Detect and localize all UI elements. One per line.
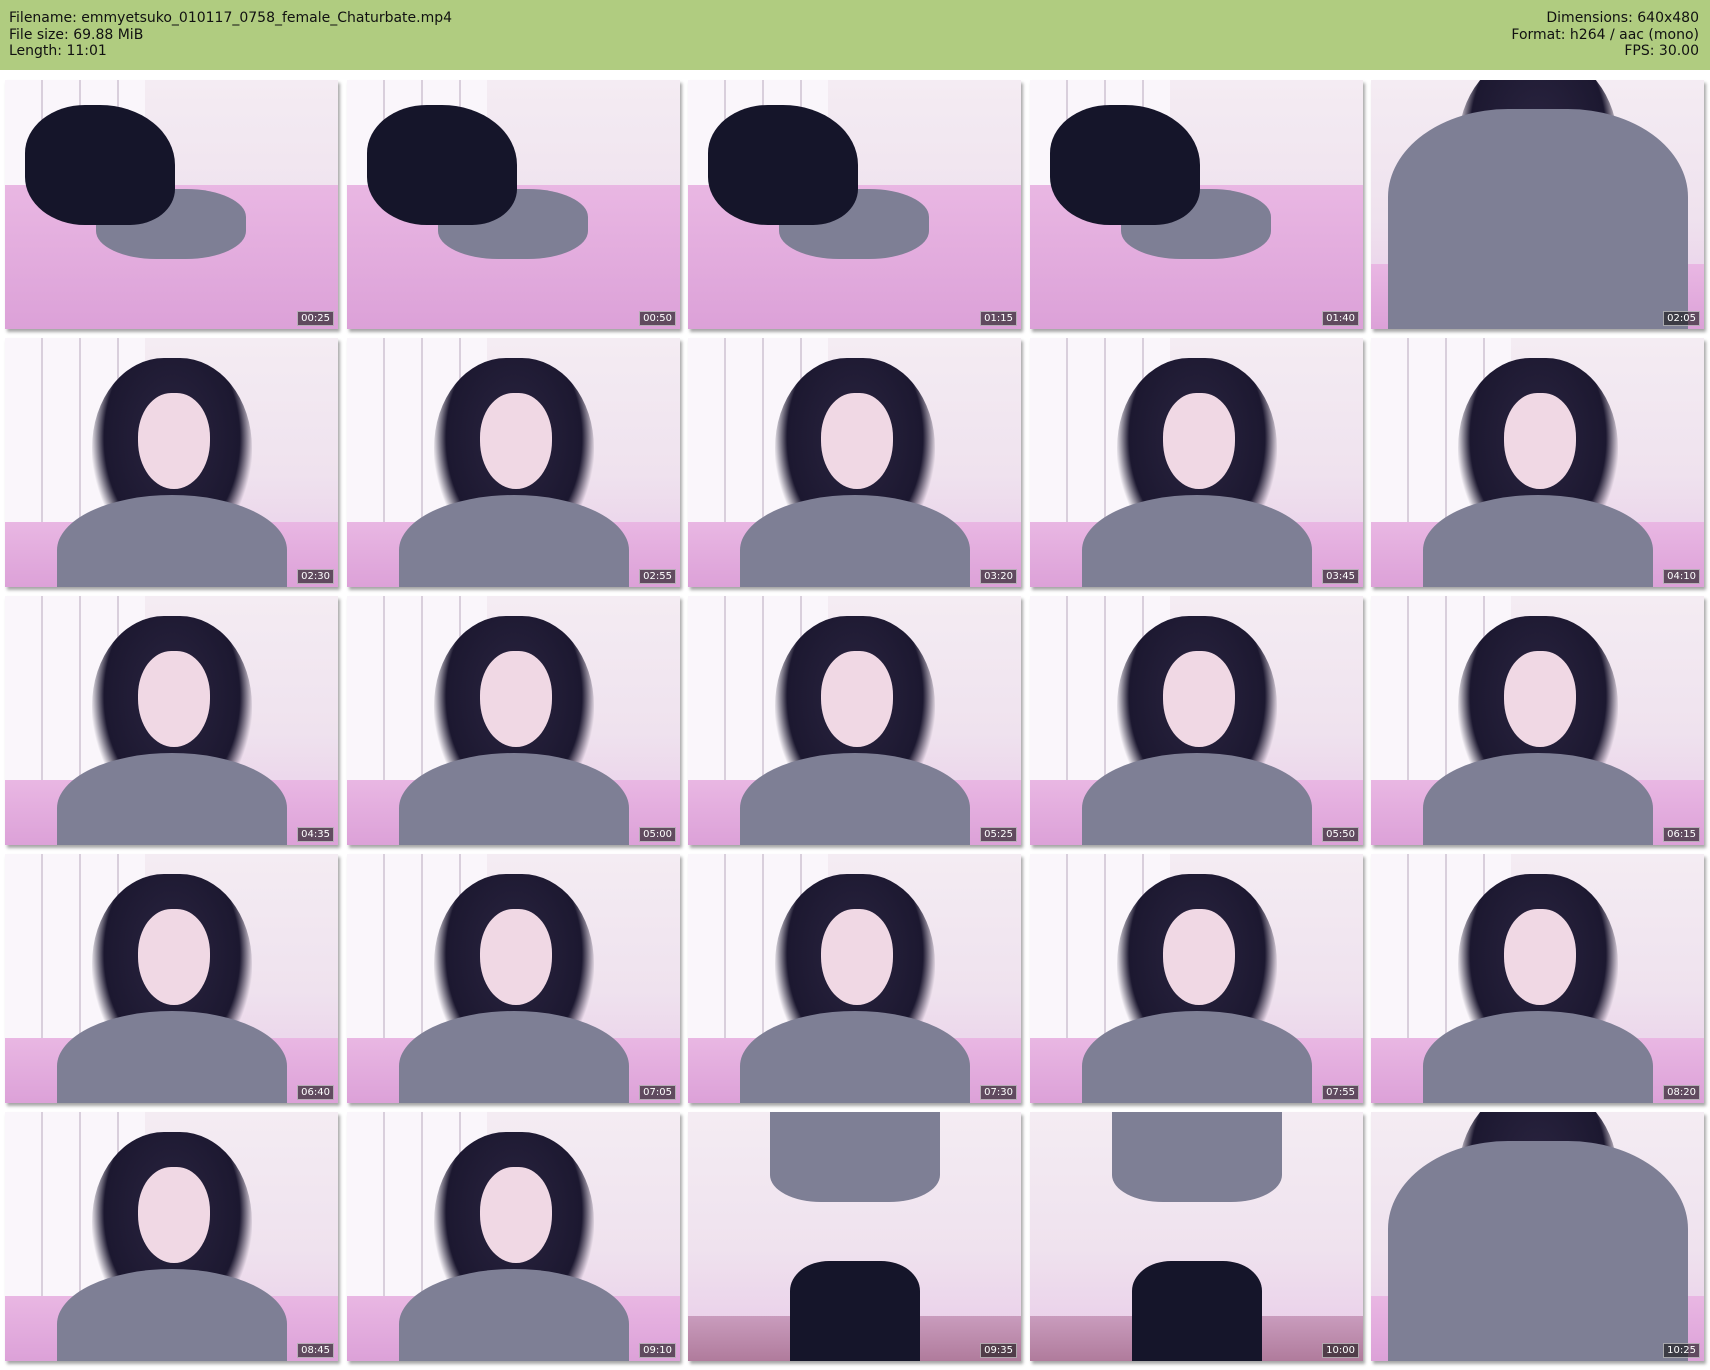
timestamp-label: 02:05 <box>1663 311 1700 326</box>
scene-legs <box>24 104 175 225</box>
scene-face <box>820 392 893 489</box>
video-thumbnail: 08:45 <box>5 1112 338 1361</box>
video-thumbnail: 02:05 <box>1371 80 1704 329</box>
scene-face <box>137 392 210 489</box>
scene-face <box>820 650 893 747</box>
timestamp-label: 09:10 <box>639 1343 676 1358</box>
scene-legs <box>366 104 517 225</box>
scene-face <box>479 392 552 489</box>
video-thumbnail: 08:20 <box>1371 854 1704 1103</box>
timestamp-label: 07:05 <box>639 1085 676 1100</box>
timestamp-label: 06:15 <box>1663 827 1700 842</box>
timestamp-label: 10:00 <box>1322 1343 1359 1358</box>
timestamp-label: 05:00 <box>639 827 676 842</box>
video-thumbnail: 07:05 <box>347 854 680 1103</box>
timestamp-label: 00:25 <box>297 311 334 326</box>
scene-face <box>1503 908 1576 1005</box>
thumbnail-grid: 00:25 00:50 01:15 01:40 02:05 02:30 02:55 03:20… <box>0 0 1710 1370</box>
video-thumbnail: 00:25 <box>5 80 338 329</box>
scene-body <box>1387 1141 1688 1361</box>
video-thumbnail: 04:35 <box>5 596 338 845</box>
timestamp-label: 01:15 <box>980 311 1017 326</box>
timestamp-label: 03:20 <box>980 569 1017 584</box>
timestamp-label: 09:35 <box>980 1343 1017 1358</box>
scene-face <box>1162 392 1235 489</box>
scene-legs <box>707 104 858 225</box>
scene-face <box>1503 650 1576 747</box>
video-thumbnail: 07:55 <box>1030 854 1363 1103</box>
video-thumbnail: 09:10 <box>347 1112 680 1361</box>
video-thumbnail: 03:20 <box>688 338 1021 587</box>
video-thumbnail: 00:50 <box>347 80 680 329</box>
scene-face <box>1162 908 1235 1005</box>
timestamp-label: 04:10 <box>1663 569 1700 584</box>
video-thumbnail: 09:35 <box>688 1112 1021 1361</box>
scene-face <box>137 650 210 747</box>
scene-body <box>769 1112 940 1202</box>
scene-legs <box>1049 104 1200 225</box>
timestamp-label: 05:25 <box>980 827 1017 842</box>
video-thumbnail: 06:15 <box>1371 596 1704 845</box>
scene-face <box>479 908 552 1005</box>
timestamp-label: 05:50 <box>1322 827 1359 842</box>
timestamp-label: 10:25 <box>1663 1343 1700 1358</box>
scene-face <box>137 908 210 1005</box>
video-thumbnail: 02:55 <box>347 338 680 587</box>
scene-face <box>1503 392 1576 489</box>
timestamp-label: 07:55 <box>1322 1085 1359 1100</box>
video-thumbnail: 04:10 <box>1371 338 1704 587</box>
video-thumbnail: 01:15 <box>688 80 1021 329</box>
timestamp-label: 06:40 <box>297 1085 334 1100</box>
video-thumbnail: 05:00 <box>347 596 680 845</box>
scene-body <box>1111 1112 1282 1202</box>
timestamp-label: 03:45 <box>1322 569 1359 584</box>
video-thumbnail: 05:25 <box>688 596 1021 845</box>
video-thumbnail: 01:40 <box>1030 80 1363 329</box>
scene-legs <box>1131 1261 1262 1361</box>
timestamp-label: 07:30 <box>980 1085 1017 1100</box>
video-thumbnail: 07:30 <box>688 854 1021 1103</box>
scene-face <box>820 908 893 1005</box>
timestamp-label: 01:40 <box>1322 311 1359 326</box>
video-thumbnail: 03:45 <box>1030 338 1363 587</box>
timestamp-label: 08:20 <box>1663 1085 1700 1100</box>
scene-body <box>1387 109 1688 329</box>
timestamp-label: 00:50 <box>639 311 676 326</box>
scene-face <box>479 650 552 747</box>
timestamp-label: 02:30 <box>297 569 334 584</box>
scene-face <box>479 1166 552 1263</box>
timestamp-label: 04:35 <box>297 827 334 842</box>
scene-legs <box>789 1261 920 1361</box>
video-thumbnail: 06:40 <box>5 854 338 1103</box>
timestamp-label: 02:55 <box>639 569 676 584</box>
video-thumbnail: 05:50 <box>1030 596 1363 845</box>
video-thumbnail: 10:00 <box>1030 1112 1363 1361</box>
timestamp-label: 08:45 <box>297 1343 334 1358</box>
scene-face <box>1162 650 1235 747</box>
video-thumbnail: 02:30 <box>5 338 338 587</box>
scene-face <box>137 1166 210 1263</box>
video-thumbnail: 10:25 <box>1371 1112 1704 1361</box>
